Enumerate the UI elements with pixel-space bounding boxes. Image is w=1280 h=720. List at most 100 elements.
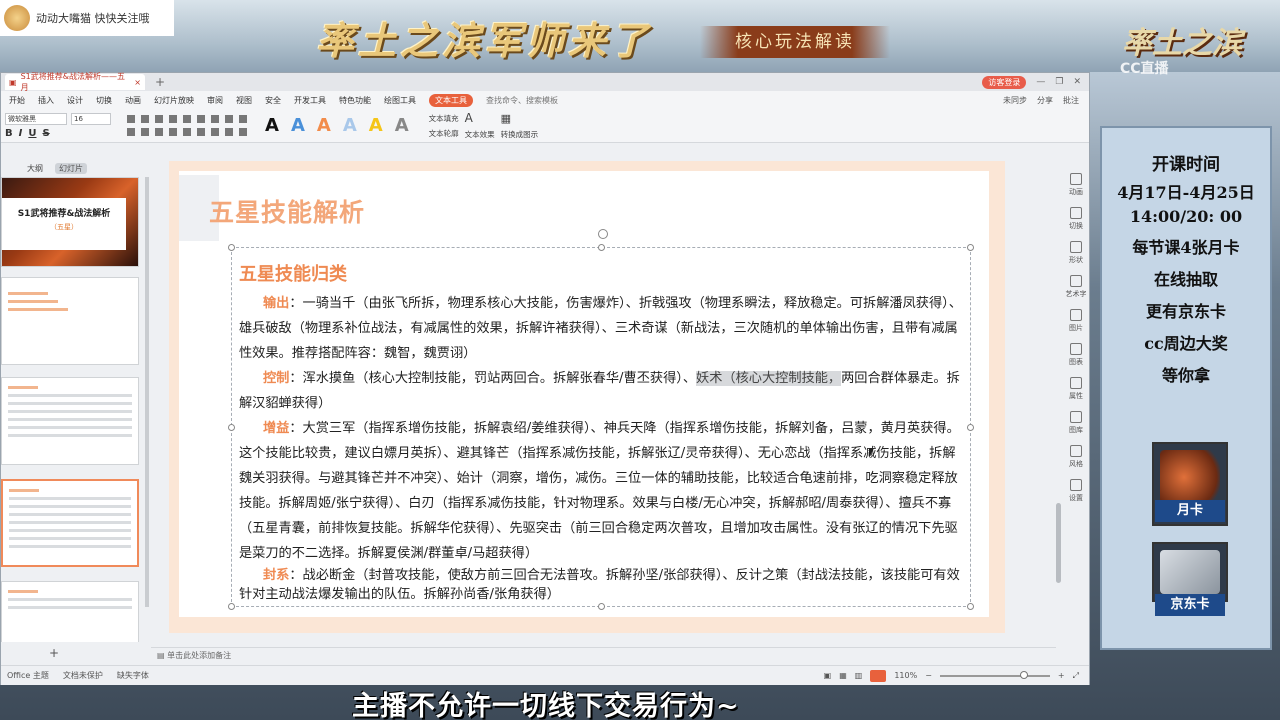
- close-tab-icon[interactable]: ×: [134, 78, 141, 87]
- tab-outline[interactable]: 大纲: [27, 163, 43, 174]
- banner-subtitle: 核心玩法解读: [700, 26, 890, 58]
- wordart-style-4[interactable]: A: [343, 115, 357, 136]
- menu-item[interactable]: 视图: [236, 95, 252, 106]
- tool-picture[interactable]: 图片: [1065, 309, 1087, 333]
- tool-label: 艺术字: [1065, 290, 1087, 298]
- sync-status[interactable]: 未同步: [1003, 95, 1027, 106]
- resize-handle[interactable]: [598, 244, 605, 251]
- wordart-style-2[interactable]: A: [291, 115, 305, 136]
- menu-item[interactable]: 安全: [265, 95, 281, 106]
- menu-item[interactable]: 设计: [67, 95, 83, 106]
- selected-textbox[interactable]: 五星技能归类 输出：一骑当千（由张飞所拆，物理系核心大技能，伤害爆炸）、折戟强攻…: [228, 229, 974, 610]
- menu-item[interactable]: 审阅: [207, 95, 223, 106]
- panel-scrollbar[interactable]: [145, 177, 149, 607]
- slide-thumb-4-selected[interactable]: [1, 479, 139, 567]
- slide-thumb-5[interactable]: [1, 581, 139, 642]
- font-name-select[interactable]: 微软雅黑: [5, 112, 67, 125]
- notes-area[interactable]: ▤ 单击此处添加备注: [151, 647, 1056, 663]
- paragraph-control: 控制：浑水摸鱼（核心大控制技能，罚站两回合。拆解张春华/曹丕获得）、妖术（核心大…: [239, 366, 967, 416]
- text-fill-button[interactable]: 文本填充: [429, 113, 459, 124]
- chart-icon: [1070, 343, 1082, 355]
- zoom-knob[interactable]: [1019, 670, 1028, 679]
- menu-item[interactable]: 插入: [38, 95, 54, 106]
- wordart-style-1[interactable]: A: [265, 115, 279, 136]
- login-button[interactable]: 访客登录: [982, 75, 1027, 89]
- menu-item[interactable]: 绘图工具: [384, 95, 416, 106]
- resize-handle[interactable]: [228, 244, 235, 251]
- promo-line-2: 在线抽取: [1153, 270, 1218, 289]
- menu-item-active[interactable]: 文本工具: [429, 93, 473, 107]
- zoom-in-icon[interactable]: +: [1058, 671, 1065, 680]
- underline-button[interactable]: U: [28, 128, 36, 139]
- thumb-line: [9, 537, 131, 540]
- new-tab-plus-icon[interactable]: +: [155, 75, 165, 89]
- rotate-handle-icon[interactable]: [598, 229, 608, 239]
- zoom-level[interactable]: 110%: [894, 671, 917, 680]
- share-button[interactable]: 分享: [1037, 95, 1053, 106]
- zoom-slider[interactable]: [939, 670, 1050, 679]
- menu-item[interactable]: 开发工具: [294, 95, 326, 106]
- slide-thumb-1[interactable]: S1武将推荐&战法解析 （五星）: [1, 177, 139, 267]
- command-search[interactable]: 查找命令、搜索模板: [486, 95, 558, 106]
- tool-shape[interactable]: 形状: [1065, 241, 1087, 265]
- italic-button[interactable]: I: [19, 128, 23, 139]
- paragraph-text: ：战必断金（封普攻技能，使敌方前三回合无法普攻。拆解孙坚/张郃获得）、反计之策（…: [239, 568, 960, 602]
- tool-settings[interactable]: 设置: [1065, 479, 1087, 503]
- tool-wordart[interactable]: 艺术字: [1065, 275, 1087, 299]
- tool-transition[interactable]: 切换: [1065, 207, 1087, 231]
- resize-handle[interactable]: [598, 603, 605, 610]
- resize-handle[interactable]: [967, 424, 974, 431]
- zoom-out-icon[interactable]: −: [925, 671, 932, 680]
- menu-item[interactable]: 开始: [9, 95, 25, 106]
- close-window-icon[interactable]: ✕: [1073, 77, 1081, 87]
- document-protect-status[interactable]: 文档未保护: [63, 670, 103, 681]
- wordart-style-3[interactable]: A: [317, 115, 331, 136]
- wordart-style-6[interactable]: A: [395, 115, 409, 136]
- tool-chart[interactable]: 图表: [1065, 343, 1087, 367]
- text-outline-button[interactable]: 文本轮廓: [429, 128, 459, 139]
- tool-gallery[interactable]: 图库: [1065, 411, 1087, 435]
- menu-item[interactable]: 特色功能: [339, 95, 371, 106]
- add-slide-plus-icon[interactable]: +: [49, 646, 59, 660]
- sorter-view-icon[interactable]: ▦: [839, 671, 847, 680]
- resize-handle[interactable]: [967, 603, 974, 610]
- menu-item[interactable]: 切换: [96, 95, 112, 106]
- reading-view-icon[interactable]: ▥: [855, 671, 863, 680]
- slide-thumb-3[interactable]: [1, 377, 139, 465]
- promo-date-range: 4月17日-4月25日: [1117, 183, 1255, 202]
- minimize-icon[interactable]: —: [1036, 77, 1045, 87]
- font-group: 微软雅黑 16 B I U S: [5, 112, 111, 139]
- resize-handle[interactable]: [228, 424, 235, 431]
- promo-head: 开课时间: [1152, 155, 1220, 175]
- strikethrough-button[interactable]: S: [42, 128, 49, 139]
- comment-button[interactable]: 批注: [1063, 95, 1079, 106]
- paragraph-align-icons[interactable]: [127, 128, 247, 136]
- play-slideshow-button[interactable]: [870, 669, 887, 682]
- slide-title[interactable]: 五星技能解析: [209, 193, 365, 229]
- slide-thumb-2[interactable]: [1, 277, 139, 365]
- font-size-select[interactable]: 16: [71, 112, 111, 125]
- fit-window-icon[interactable]: ⤢: [1073, 671, 1079, 681]
- list-align-icons[interactable]: [127, 115, 247, 123]
- missing-font-status[interactable]: 缺失字体: [117, 670, 149, 681]
- tool-style[interactable]: 风格: [1065, 445, 1087, 469]
- resize-handle[interactable]: [967, 244, 974, 251]
- menu-item[interactable]: 幻灯片放映: [154, 95, 194, 106]
- normal-view-icon[interactable]: ▣: [824, 671, 832, 680]
- picture-icon: [1070, 309, 1082, 321]
- document-tab[interactable]: ▣ S1武将推荐&战法解析——五月 ×: [5, 72, 145, 92]
- bold-button[interactable]: B: [5, 128, 13, 139]
- text-effect-button[interactable]: 文本效果: [465, 129, 495, 140]
- maximize-icon[interactable]: ❐: [1055, 77, 1063, 87]
- tool-animation[interactable]: 动画: [1065, 173, 1087, 197]
- canvas-scroll-thumb[interactable]: [1056, 503, 1061, 583]
- convert-smartart-button[interactable]: 转换成图示: [501, 129, 539, 140]
- theme-name[interactable]: Office 主题: [7, 670, 49, 681]
- tool-properties[interactable]: 属性: [1065, 377, 1087, 401]
- resize-handle[interactable]: [228, 603, 235, 610]
- tab-slides[interactable]: 幻灯片: [55, 162, 87, 174]
- wordart-style-5[interactable]: A: [369, 115, 383, 136]
- canvas-scrollbar[interactable]: [1056, 153, 1062, 653]
- tool-label: 切换: [1069, 222, 1083, 230]
- menu-item[interactable]: 动画: [125, 95, 141, 106]
